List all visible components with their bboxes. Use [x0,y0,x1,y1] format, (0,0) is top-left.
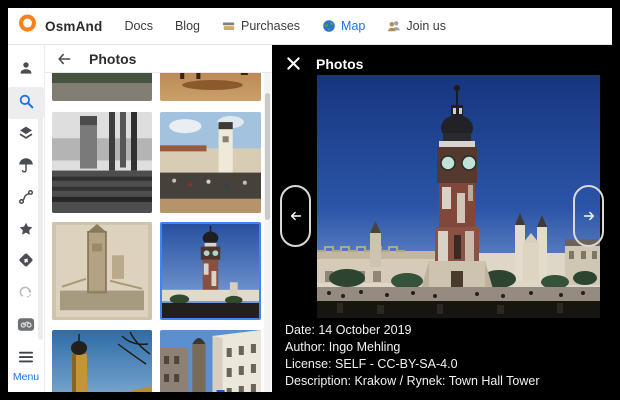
person-icon [17,59,35,82]
photos-scrollbar-thumb[interactable] [265,93,270,220]
nav-link-map[interactable]: Map [322,19,365,33]
photo-thumbnail[interactable] [52,73,152,101]
nav-link-docs-label: Docs [124,19,152,33]
thumbnail-grid [45,73,272,392]
photo-thumbnail[interactable] [160,73,261,101]
viewer-header: Photos [285,55,363,72]
photo-date: Date: 14 October 2019 [285,322,540,339]
previous-photo-button[interactable] [280,185,311,247]
osmand-logo-icon [18,14,37,38]
photos-panel: Photos [45,45,272,392]
navigation-icon [17,251,35,274]
sidebar-menu-button[interactable]: Menu [8,350,44,383]
next-photo-button[interactable] [573,185,604,247]
back-button[interactable] [55,50,73,68]
arrow-right-icon [582,209,596,223]
photo-metadata: Date: 14 October 2019 Author: Ingo Mehli… [285,322,540,390]
photos-scrollbar [264,73,271,392]
app-badge-icon [17,317,35,337]
route-icon [17,188,35,211]
track-loop-icon [17,283,35,306]
osmand-brand[interactable]: OsmAnd [18,14,102,38]
sidebar-item-weather[interactable] [8,151,44,183]
photo-thumbnail-selected[interactable] [160,222,261,320]
umbrella-icon [17,156,35,179]
nav-link-blog[interactable]: Blog [175,19,200,33]
sidebar-item-favorites[interactable] [8,215,44,247]
sidebar-item-account[interactable] [8,54,44,86]
nav-link-purchases[interactable]: Purchases [222,19,300,33]
content-area: Menu Photos [8,45,612,392]
photo-license: License: SELF - CC-BY-SA-4.0 [285,356,540,373]
photos-panel-header: Photos [45,45,272,73]
photo-description: Description: Krakow / Rynek: Town Hall T… [285,373,540,390]
map-globe-icon [322,19,336,33]
viewer-title: Photos [316,56,363,72]
close-icon [286,56,301,71]
sidebar-item-app-badge[interactable] [8,311,44,343]
photo-thumbnail[interactable] [52,222,152,320]
photo-thumbnail[interactable] [52,330,152,392]
photo-thumbnail[interactable] [160,112,261,213]
layers-icon [17,124,35,147]
sidebar-item-map-layers[interactable] [8,119,44,151]
back-arrow-icon [56,51,72,67]
hamburger-menu-icon [17,351,35,368]
photos-panel-title: Photos [89,51,136,67]
nav-link-map-label: Map [341,19,365,33]
photo-thumbnail[interactable] [160,330,261,392]
sidebar-item-plan-route[interactable] [8,183,44,215]
photo-viewer: Photos [272,45,612,392]
sidebar-item-search[interactable] [8,87,44,119]
sidebar-item-navigation[interactable] [8,246,44,278]
photo-thumbnail[interactable] [52,112,152,213]
main-photo [317,75,600,318]
nav-link-join-us[interactable]: Join us [387,19,446,33]
close-button[interactable] [285,55,302,72]
nav-link-docs[interactable]: Docs [124,19,152,33]
nav-link-purchases-label: Purchases [241,19,300,33]
purchases-icon [222,19,236,33]
sidebar-item-track-recording[interactable] [8,278,44,310]
star-icon [17,220,35,243]
sidebar-rail: Menu [8,45,45,392]
arrow-left-icon [289,209,303,223]
menu-label: Menu [8,371,44,383]
search-icon [17,92,35,115]
join-us-people-icon [387,19,401,33]
nav-link-blog-label: Blog [175,19,200,33]
brand-name: OsmAnd [45,19,102,34]
photo-author: Author: Ingo Mehling [285,339,540,356]
top-navbar: OsmAnd Docs Blog Purchases [8,8,612,45]
nav-link-join-us-label: Join us [406,19,446,33]
app-window: OsmAnd Docs Blog Purchases [0,0,620,400]
